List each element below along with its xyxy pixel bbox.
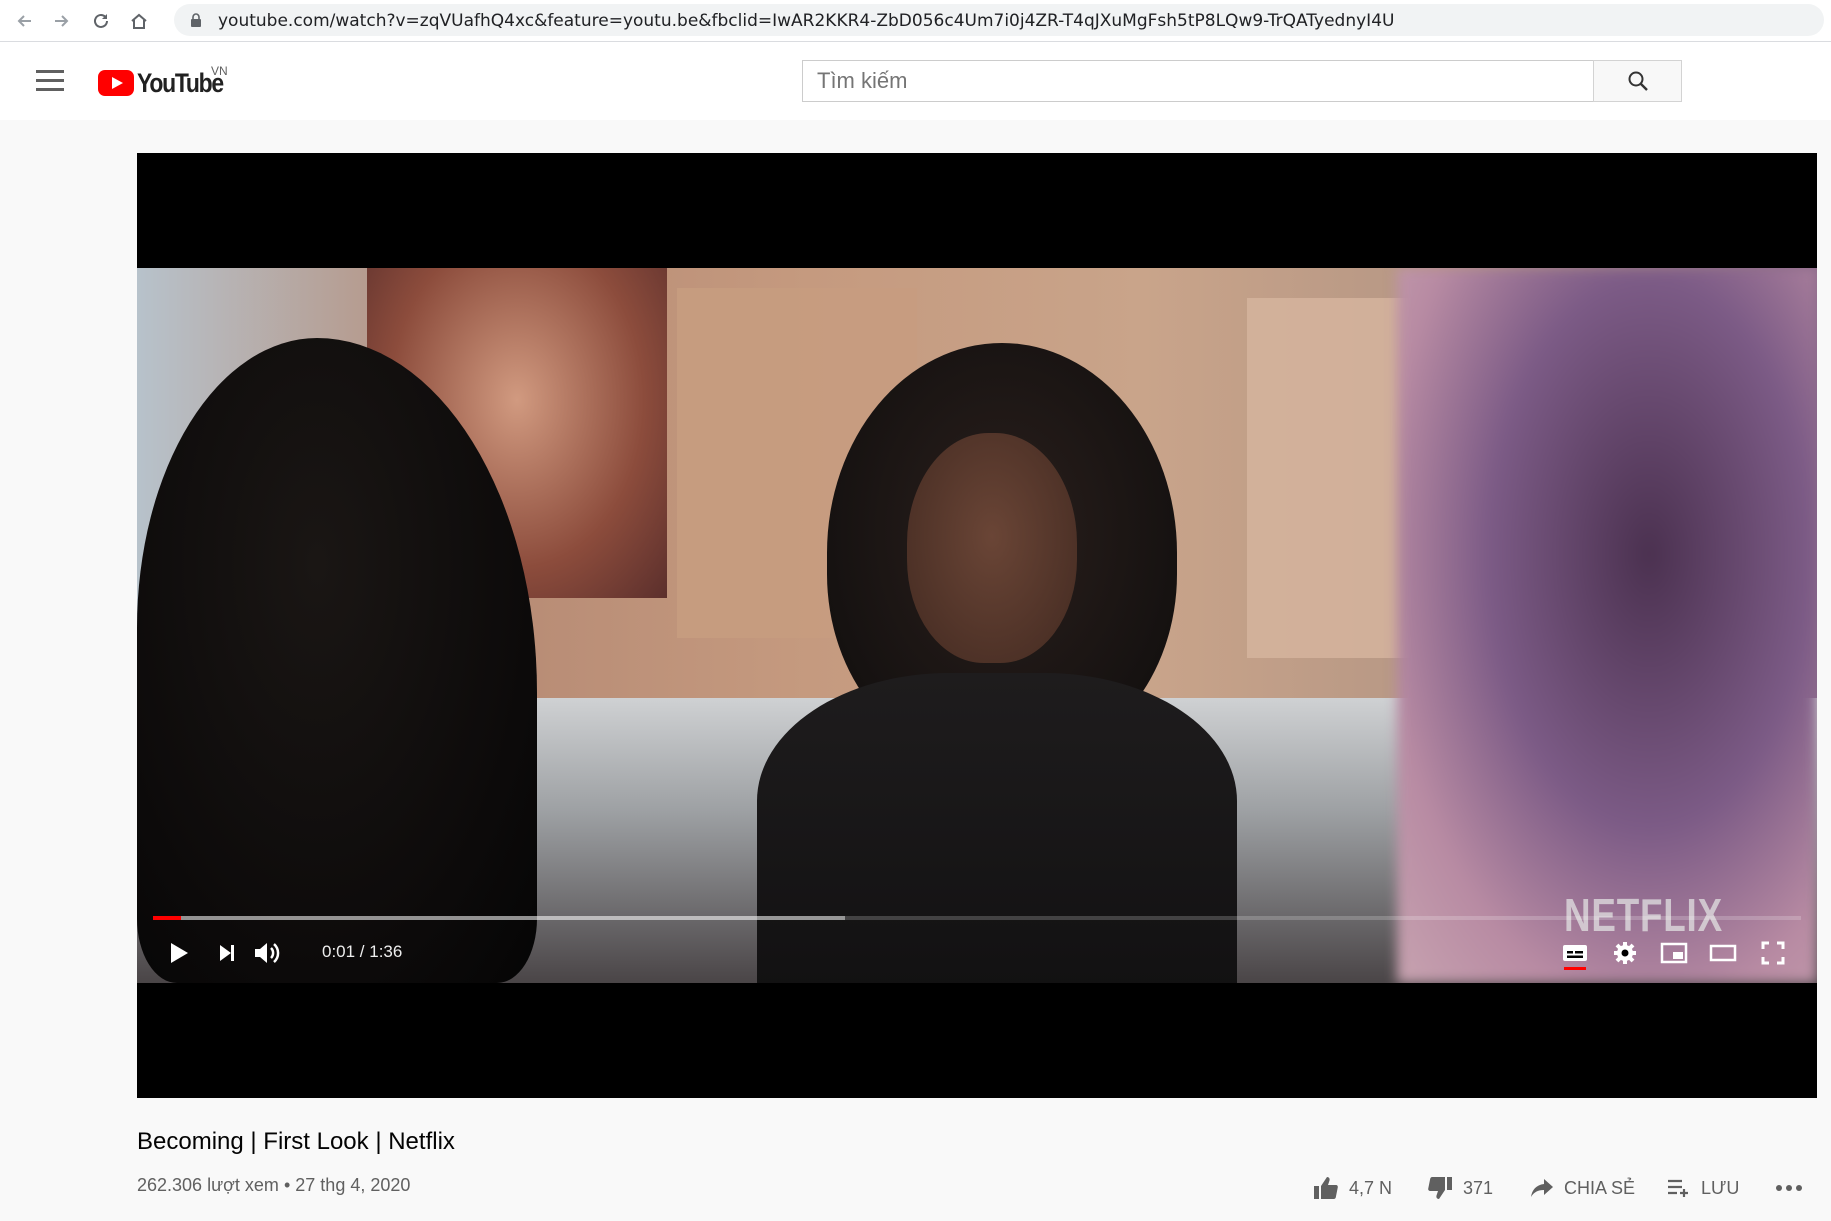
- next-button[interactable]: [207, 933, 247, 973]
- save-label: LƯU: [1701, 1177, 1740, 1198]
- search-button[interactable]: [1593, 60, 1682, 102]
- subtitles-icon: [1563, 945, 1587, 961]
- url-text[interactable]: youtube.com/watch?v=zqVUafhQ4xc&feature=…: [218, 11, 1808, 31]
- progress-played: [153, 916, 182, 920]
- lock-icon: [191, 13, 201, 27]
- theater-mode-button[interactable]: [1703, 933, 1743, 973]
- more-horizontal-icon: [1776, 1185, 1802, 1191]
- progress-buffered: [153, 916, 846, 920]
- browser-toolbar: youtube.com/watch?v=zqVUafhQ4xc&feature=…: [0, 0, 1831, 42]
- youtube-play-icon: [98, 70, 134, 96]
- masthead: YouTube VN: [0, 42, 1831, 120]
- volume-icon: [255, 943, 280, 963]
- fullscreen-button[interactable]: [1753, 933, 1793, 973]
- fullscreen-icon: [1761, 941, 1785, 965]
- miniplayer-icon: [1660, 942, 1688, 964]
- play-icon: [171, 943, 188, 963]
- address-bar[interactable]: youtube.com/watch?v=zqVUafhQ4xc&feature=…: [174, 4, 1824, 36]
- progress-bar[interactable]: [153, 916, 1801, 920]
- thumbs-up-icon: [1314, 1177, 1338, 1199]
- subtitles-button[interactable]: [1555, 933, 1595, 973]
- subtitles-active-indicator: [1564, 967, 1586, 970]
- save-button[interactable]: LƯU: [1667, 1178, 1739, 1199]
- menu-icon[interactable]: [36, 70, 64, 92]
- time-display: 0:01 / 1:36: [322, 942, 403, 961]
- forward-icon[interactable]: [48, 8, 74, 34]
- back-icon[interactable]: [12, 8, 38, 34]
- country-code: VN: [211, 64, 228, 78]
- playlist-add-icon: [1668, 1179, 1688, 1197]
- like-button[interactable]: 4,7 N: [1313, 1176, 1392, 1200]
- more-actions-button[interactable]: [1775, 1184, 1813, 1192]
- like-count: 4,7 N: [1349, 1177, 1393, 1198]
- scene-person-center: [737, 343, 1257, 983]
- play-button[interactable]: [159, 933, 199, 973]
- share-label: CHIA SẺ: [1564, 1177, 1636, 1198]
- volume-button[interactable]: [247, 933, 287, 973]
- video-frame[interactable]: NETFLIX: [137, 268, 1817, 983]
- video-player[interactable]: NETFLIX 0:01 / 1:36: [137, 153, 1817, 1098]
- video-title: Becoming | First Look | Netflix: [137, 1128, 455, 1155]
- logo-text: YouTube: [137, 67, 224, 98]
- youtube-logo[interactable]: YouTube VN: [98, 64, 238, 98]
- video-actions: 4,7 N 371 CHIA SẺ LƯU: [0, 1168, 1831, 1208]
- home-icon[interactable]: [126, 8, 152, 34]
- dislike-button[interactable]: 371: [1427, 1176, 1493, 1200]
- miniplayer-button[interactable]: [1654, 933, 1694, 973]
- theater-mode-icon: [1709, 944, 1737, 962]
- player-controls: 0:01 / 1:36: [137, 925, 1817, 979]
- gear-icon: [1614, 942, 1636, 964]
- share-icon: [1531, 1179, 1553, 1197]
- share-button[interactable]: CHIA SẺ: [1530, 1177, 1635, 1199]
- search-input[interactable]: [802, 60, 1594, 102]
- reload-icon[interactable]: [88, 8, 114, 34]
- search-icon: [1628, 71, 1648, 91]
- settings-button[interactable]: [1605, 933, 1645, 973]
- scene-person-right: [1397, 268, 1817, 983]
- thumbs-down-icon: [1428, 1177, 1452, 1199]
- next-icon: [220, 945, 234, 961]
- dislike-count: 371: [1463, 1177, 1494, 1198]
